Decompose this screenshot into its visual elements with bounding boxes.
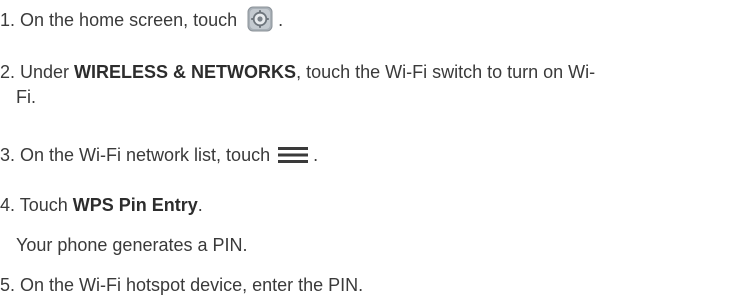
step-1-number: 1. xyxy=(0,10,16,30)
step-3-number: 3. xyxy=(0,145,16,165)
settings-gear-icon xyxy=(247,6,273,32)
step-2-number: 2. xyxy=(0,62,16,82)
step-4-bold-label: WPS Pin Entry xyxy=(72,195,198,215)
step-2-continuation: Fi. xyxy=(16,87,36,107)
step-2-text-after: , touch the Wi-Fi switch to turn on Wi- xyxy=(296,62,596,82)
step-3-period: . xyxy=(308,145,319,165)
step-5-number: 5. xyxy=(0,275,16,295)
step-4-number: 4. xyxy=(0,195,16,215)
step-1-period: . xyxy=(273,10,284,30)
menu-icon xyxy=(278,146,309,164)
step-5: 5. On the Wi-Fi hotspot device, enter th… xyxy=(0,274,363,296)
step-2-bold-label: WIRELESS & NETWORKS xyxy=(74,62,297,82)
step-1-text: On the home screen, touch xyxy=(15,10,238,30)
step-4-text-before: Touch xyxy=(15,195,73,215)
step-4: 4. Touch WPS Pin Entry. xyxy=(0,194,203,216)
step-5-text: On the Wi-Fi hotspot device, enter the P… xyxy=(15,275,364,295)
step-3: 3. On the Wi-Fi network list, touch . xyxy=(0,144,318,166)
step-4-text-after: . xyxy=(197,195,203,215)
step-2-text-before: Under xyxy=(15,62,75,82)
step-3-text: On the Wi-Fi network list, touch xyxy=(15,145,271,165)
step-4-note: Your phone generates a PIN. xyxy=(16,235,248,255)
step-2: 2. Under WIRELESS & NETWORKS, touch the … xyxy=(0,61,595,83)
step-1: 1. On the home screen, touch . xyxy=(0,6,284,32)
